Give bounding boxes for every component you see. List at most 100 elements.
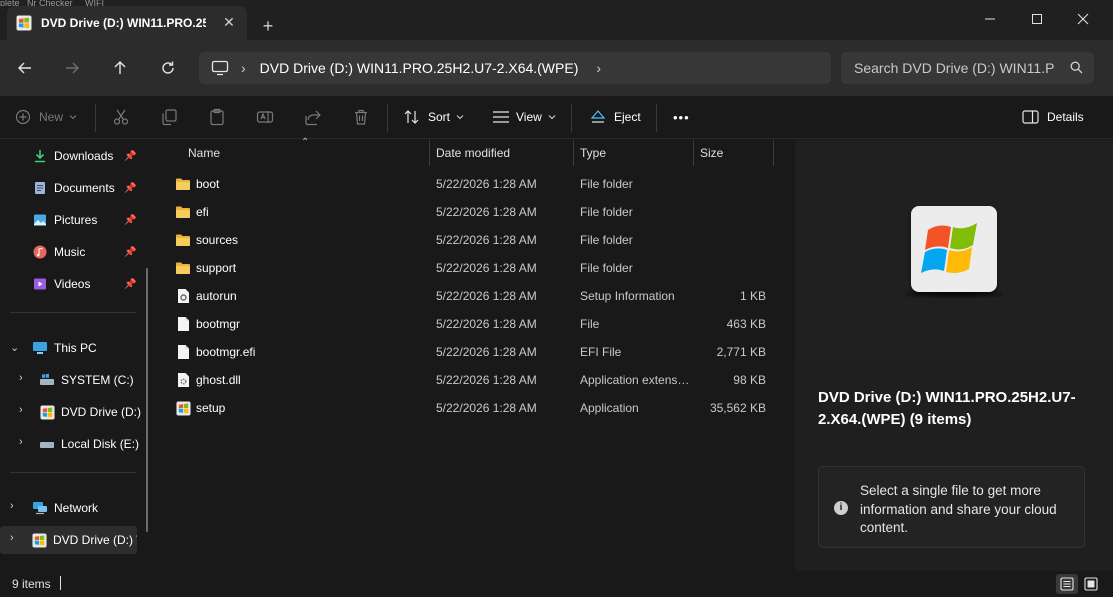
active-tab[interactable]: DVD Drive (D:) WIN11.PRO.25H2.U7-2.X64.(… <box>7 6 247 40</box>
search-box[interactable]: Search DVD Drive (D:) WIN11.PRO.25H2.U7-… <box>841 52 1094 84</box>
chevron-right-icon[interactable]: › <box>19 372 23 384</box>
new-tab-button[interactable]: + <box>258 16 278 36</box>
breadcrumb-separator[interactable]: › <box>241 60 246 76</box>
view-lines-icon <box>493 111 509 123</box>
sidebar-item-label: Downloads <box>54 149 114 163</box>
chevron-right-icon[interactable]: › <box>19 436 23 448</box>
breadcrumb-path[interactable]: DVD Drive (D:) WIN11.PRO.25H2.U7-2.X64.(… <box>260 60 579 76</box>
toolbar-divider <box>95 104 96 132</box>
view-button[interactable]: View <box>492 106 556 128</box>
file-row[interactable]: efi 5/22/2026 1:28 AM File folder <box>157 197 777 225</box>
file-name-cell[interactable]: sources <box>175 232 238 248</box>
file-row[interactable]: autorun 5/22/2026 1:28 AM Setup Informatio… <box>157 281 777 309</box>
back-button[interactable] <box>13 56 37 80</box>
chevron-right-icon[interactable]: › <box>10 532 14 544</box>
file-row[interactable]: boot 5/22/2026 1:28 AM File folder <box>157 169 777 197</box>
file-icon <box>175 344 191 360</box>
column-divider[interactable] <box>773 140 774 166</box>
file-name-cell[interactable]: support <box>175 260 236 276</box>
new-button[interactable]: New <box>15 106 77 128</box>
sidebar-item-label: SYSTEM (C:) <box>61 373 134 387</box>
pin-icon[interactable]: 📌 <box>124 183 136 194</box>
close-button[interactable] <box>1060 6 1106 32</box>
navigation-pane: Downloads 📌 Documents 📌 Pictures 📌 Music… <box>0 140 157 571</box>
more-options-button[interactable]: ••• <box>673 106 690 128</box>
breadcrumb-chevron[interactable]: › <box>596 60 601 76</box>
paste-button[interactable] <box>208 106 226 128</box>
details-pane-button[interactable]: Details <box>1022 106 1084 128</box>
refresh-button[interactable] <box>156 56 180 80</box>
file-date-modified: 5/22/2026 1:28 AM <box>436 261 537 275</box>
sidebar-item-downloads[interactable]: Downloads <box>32 143 113 169</box>
chevron-right-icon[interactable]: › <box>10 500 14 512</box>
file-type: File folder <box>580 261 633 275</box>
column-divider[interactable] <box>693 140 694 166</box>
sidebar-item-label: Pictures <box>54 213 98 227</box>
sidebar-item-music[interactable]: Music <box>32 239 85 265</box>
pin-icon[interactable]: 📌 <box>124 215 136 226</box>
chevron-down-icon[interactable]: ⌄ <box>10 341 19 354</box>
eject-button[interactable]: Eject <box>590 106 641 128</box>
copy-button[interactable] <box>160 106 178 128</box>
folder-icon <box>175 204 191 220</box>
file-row[interactable]: support 5/22/2026 1:28 AM File folder <box>157 253 777 281</box>
sidebar-item-this-pc[interactable]: This PC <box>32 335 97 361</box>
rename-button[interactable] <box>256 106 274 128</box>
file-list: ⌃ Name Date modified Type Size boot 5/22/… <box>157 137 795 571</box>
delete-button[interactable] <box>352 106 370 128</box>
file-row[interactable]: ghost.dll 5/22/2026 1:28 AM Application ex… <box>157 365 777 393</box>
column-header-date[interactable]: Date modified <box>436 140 510 166</box>
setup-info-icon <box>175 288 191 304</box>
search-input[interactable]: Search DVD Drive (D:) WIN11.PRO.25H2.U7-… <box>854 60 1054 76</box>
sidebar-item-drive-d[interactable]: DVD Drive (D:) <box>39 399 141 425</box>
pin-icon[interactable]: 📌 <box>124 151 136 162</box>
sidebar-scrollbar[interactable] <box>146 268 148 532</box>
details-view-button[interactable] <box>1056 574 1078 594</box>
column-divider[interactable] <box>429 140 430 166</box>
sidebar-item-documents[interactable]: Documents <box>32 175 115 201</box>
chevron-right-icon[interactable]: › <box>19 404 23 416</box>
file-type: File <box>580 317 600 331</box>
pin-icon[interactable]: 📌 <box>124 247 136 258</box>
maximize-button[interactable] <box>1014 6 1060 32</box>
column-divider[interactable] <box>573 140 574 166</box>
minimize-button[interactable] <box>967 6 1013 32</box>
file-size: 35,562 KB <box>709 401 766 415</box>
file-row[interactable]: sources 5/22/2026 1:28 AM File folder <box>157 225 777 253</box>
sidebar-item-network[interactable]: Network <box>32 495 98 521</box>
file-row[interactable]: bootmgr.efi 5/22/2026 1:28 AM EFI File 2,77… <box>157 337 777 365</box>
file-name-cell[interactable]: efi <box>175 204 209 220</box>
sidebar-item-dvd-drive-selected[interactable]: DVD Drive (D:) WIN11.PRO.25H2.U7-2.X64.(… <box>32 527 137 553</box>
file-name-cell[interactable]: autorun <box>175 288 237 304</box>
file-row[interactable]: setup 5/22/2026 1:28 AM Application 35,562 … <box>157 393 777 421</box>
file-name-cell[interactable]: bootmgr.efi <box>175 344 255 360</box>
sort-button[interactable]: Sort <box>403 106 464 128</box>
pin-icon[interactable]: 📌 <box>124 279 136 290</box>
file-date-modified: 5/22/2026 1:28 AM <box>436 289 537 303</box>
cut-button[interactable] <box>112 106 130 128</box>
forward-button[interactable] <box>60 56 84 80</box>
chevron-down-icon <box>456 115 464 120</box>
file-row[interactable]: bootmgr 5/22/2026 1:28 AM File 463 KB <box>157 309 777 337</box>
file-name: efi <box>196 205 209 219</box>
address-bar[interactable]: › DVD Drive (D:) WIN11.PRO.25H2.U7-2.X64… <box>199 52 831 84</box>
videos-icon <box>32 276 48 292</box>
large-icons-view-button[interactable] <box>1080 574 1102 594</box>
sidebar-item-pictures[interactable]: Pictures <box>32 207 97 233</box>
file-name-cell[interactable]: bootmgr <box>175 316 240 332</box>
up-button[interactable] <box>108 56 132 80</box>
share-icon <box>305 110 321 126</box>
sidebar-item-drive-c[interactable]: SYSTEM (C:) <box>39 367 134 393</box>
file-name-cell[interactable]: setup <box>175 400 225 416</box>
share-button[interactable] <box>304 106 322 128</box>
file-name-cell[interactable]: ghost.dll <box>175 372 241 388</box>
column-header-type[interactable]: Type <box>580 140 606 166</box>
sidebar-item-videos[interactable]: Videos <box>32 271 90 297</box>
column-header-name[interactable]: Name <box>188 140 220 166</box>
file-name-cell[interactable]: boot <box>175 176 219 192</box>
tab-close-icon[interactable]: ✕ <box>221 14 237 30</box>
sidebar-item-drive-e[interactable]: Local Disk (E:) <box>39 431 139 457</box>
column-header-size[interactable]: Size <box>700 140 723 166</box>
sidebar-item-label: Music <box>54 245 86 259</box>
file-name: support <box>196 261 237 275</box>
